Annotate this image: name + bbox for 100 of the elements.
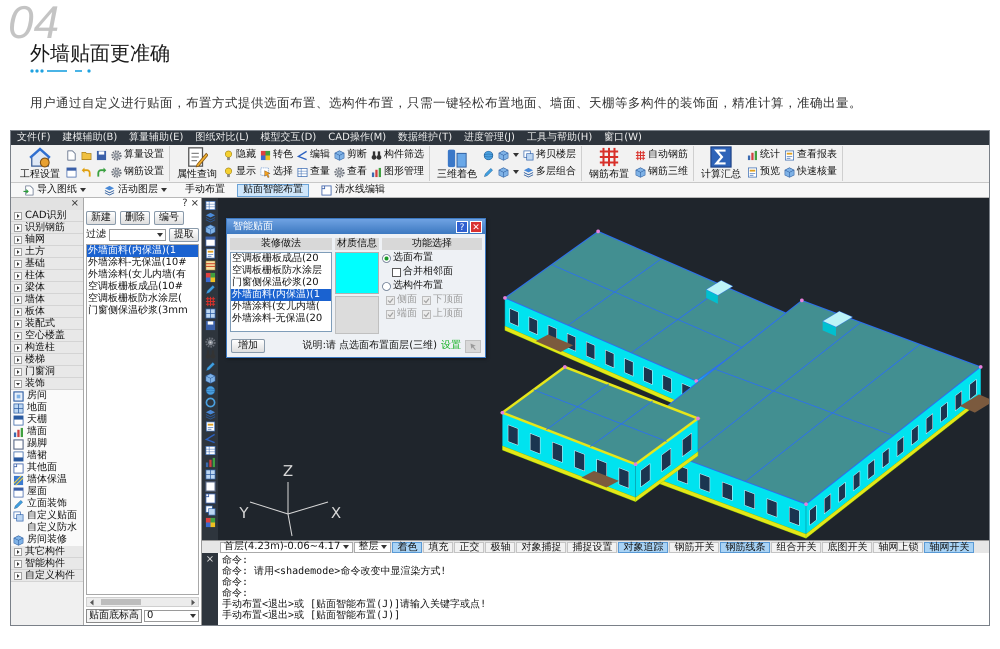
tree-item[interactable]: 地面 <box>11 402 83 414</box>
expand-toggle-icon[interactable] <box>14 572 22 580</box>
color-grid-icon[interactable] <box>204 272 216 283</box>
pencil-icon[interactable] <box>483 166 494 178</box>
status-toggle[interactable]: 轴网开关 <box>924 542 974 552</box>
menu-item[interactable]: 图纸对比(L) <box>195 132 249 144</box>
tree-item[interactable]: 墙体保温 <box>11 474 83 486</box>
status-toggle[interactable]: 着色 <box>392 542 422 552</box>
panel-button[interactable]: 新建 <box>86 211 116 225</box>
tree-item[interactable]: 屋面 <box>11 486 83 498</box>
window-icon[interactable] <box>66 166 77 178</box>
status-toggle[interactable]: 捕捉设置 <box>567 542 618 552</box>
tree-item[interactable]: 立面装饰 <box>11 498 83 510</box>
tree-item[interactable]: 装饰 <box>11 378 83 390</box>
tree-item[interactable]: 装配式 <box>11 318 83 330</box>
toolbar-button[interactable]: 剪断 <box>334 148 367 162</box>
horizontal-scrollbar[interactable] <box>86 597 199 607</box>
toolbar-button[interactable]: 导入图纸 <box>17 184 92 196</box>
scrollbar-thumb[interactable] <box>101 599 141 605</box>
sphere-icon[interactable] <box>483 150 494 160</box>
expand-toggle-icon[interactable] <box>14 284 22 292</box>
menu-item[interactable]: CAD操作(M) <box>328 132 386 144</box>
tree-item[interactable]: 墙体 <box>11 294 83 306</box>
tree-item[interactable]: 空心楼盖 <box>11 330 83 342</box>
floor-dropdown[interactable]: 首层(4.23m)-0.06~4.17 <box>220 542 354 552</box>
toolbar-button[interactable]: 预览 <box>747 165 780 179</box>
expand-toggle-icon[interactable] <box>14 248 22 256</box>
report-icon[interactable] <box>204 248 216 259</box>
menu-item[interactable]: 算量辅助(E) <box>129 132 184 144</box>
toolbar-button[interactable]: 手动布置 <box>179 184 231 196</box>
extract-button[interactable]: 提取 <box>169 228 199 242</box>
ribbon-button[interactable]: 工程设置 <box>18 146 62 181</box>
caret-down-icon[interactable] <box>513 170 519 174</box>
tree-item[interactable]: 自定义防水 <box>11 522 83 534</box>
status-toggle[interactable]: 填充 <box>423 542 454 552</box>
expand-toggle-icon[interactable] <box>14 236 22 244</box>
scroll-left-icon[interactable] <box>89 598 95 606</box>
tree-item[interactable]: CAD识别 <box>11 210 83 222</box>
tree-item[interactable]: 梁体 <box>11 282 83 294</box>
close-button[interactable]: × <box>206 555 214 565</box>
striped-panel-icon[interactable] <box>204 260 216 271</box>
status-toggle[interactable]: 钢筋线条 <box>720 542 770 552</box>
tree-item[interactable]: 轴网 <box>11 234 83 246</box>
toolbar-button[interactable]: 选择 <box>260 165 293 179</box>
tree-item[interactable]: 门窗洞 <box>11 366 83 378</box>
radio-button[interactable] <box>382 254 391 262</box>
menu-item[interactable]: 数据维护(T) <box>398 132 452 144</box>
toolbar-button[interactable]: 钢筋设置 <box>111 165 164 179</box>
ribbon-button[interactable]: 属性查询 <box>175 146 219 181</box>
checkbox[interactable] <box>392 268 401 276</box>
expand-toggle-icon[interactable] <box>14 224 22 232</box>
expand-toggle-icon[interactable] <box>14 212 22 220</box>
menu-item[interactable]: 文件(F) <box>17 132 51 144</box>
window-icon[interactable] <box>204 236 216 247</box>
sphere-icon[interactable] <box>204 385 216 396</box>
collapse-toggle-icon[interactable] <box>14 380 22 388</box>
toolbar-button[interactable]: 编辑 <box>297 148 330 162</box>
status-toggle[interactable]: 轴网上锁 <box>873 542 924 552</box>
gear-icon[interactable] <box>204 337 216 348</box>
close-button[interactable]: × <box>190 199 199 209</box>
view-mode-dropdown[interactable]: 整层 <box>354 542 392 552</box>
tree-item[interactable]: 构造柱 <box>11 342 83 354</box>
cube-icon[interactable] <box>498 150 509 160</box>
toolbar-button[interactable]: 算量设置 <box>111 148 164 162</box>
frame-icon[interactable] <box>204 493 216 504</box>
expand-toggle-icon[interactable] <box>14 356 22 364</box>
expand-toggle-icon[interactable] <box>14 260 22 268</box>
table-icon[interactable] <box>204 200 216 211</box>
tree-item[interactable]: 房间 <box>11 390 83 402</box>
tree-item[interactable]: 楼梯 <box>11 354 83 366</box>
cube-icon[interactable] <box>204 224 216 235</box>
toolbar-button[interactable]: 查看 <box>334 165 367 179</box>
tree-item[interactable]: 识别钢筋 <box>11 222 83 234</box>
expand-toggle-icon[interactable] <box>14 272 22 280</box>
ribbon-button[interactable]: 计算汇总 <box>699 146 743 181</box>
list-item[interactable]: 外墙涂料-无保温(20 <box>231 313 331 325</box>
grid-icon[interactable] <box>204 308 216 319</box>
scroll-right-icon[interactable] <box>190 598 196 606</box>
bar-chart-icon[interactable] <box>204 457 216 468</box>
caret-down-icon[interactable] <box>513 153 519 157</box>
menu-item[interactable]: 工具与帮助(H) <box>526 132 592 144</box>
toolbar-button[interactable]: 查看报表 <box>784 148 837 162</box>
tree-item[interactable]: 柱体 <box>11 270 83 282</box>
toolbar-button[interactable]: 显示 <box>223 165 256 179</box>
close-button[interactable]: × <box>70 199 79 209</box>
elevation-dropdown[interactable]: 0 <box>144 610 199 622</box>
list-item[interactable]: 外墙涂料(女儿内墙(有 <box>87 269 198 281</box>
toolbar-button[interactable]: 统计 <box>747 148 780 162</box>
toolbar-button[interactable]: 清水线编辑 <box>315 184 391 196</box>
tree-item[interactable]: 板体 <box>11 306 83 318</box>
status-toggle[interactable]: 底图开关 <box>822 542 872 552</box>
expand-toggle-icon[interactable] <box>14 308 22 316</box>
toolbar-button[interactable]: 构件筛选 <box>371 148 424 162</box>
ribbon-button[interactable]: 钢筋布置 <box>587 146 631 181</box>
layers-icon[interactable] <box>204 409 216 420</box>
copy-icon[interactable] <box>204 505 216 516</box>
tree-item[interactable]: 土方 <box>11 246 83 258</box>
color-grid-icon[interactable] <box>204 517 216 528</box>
list-item[interactable]: 外墙涂料(女儿内墙( <box>231 301 331 313</box>
tree-item[interactable]: 房间装修 <box>11 534 83 546</box>
